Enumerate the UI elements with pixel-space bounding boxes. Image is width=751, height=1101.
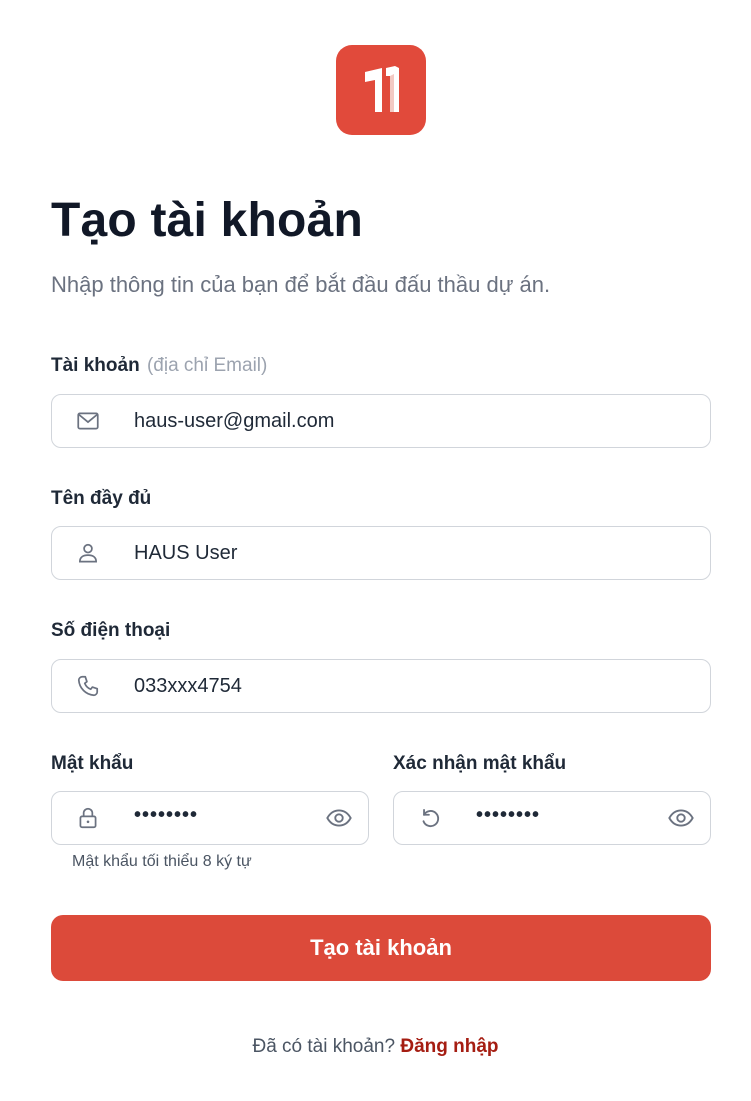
phone-field[interactable]: 033xxx4754	[51, 659, 711, 713]
mail-icon	[74, 407, 102, 435]
email-value[interactable]: haus-user@gmail.com	[134, 410, 334, 433]
email-field[interactable]: haus-user@gmail.com	[51, 394, 711, 448]
phone-label: Số điện thoại	[51, 620, 171, 641]
confirm-password-value[interactable]: ••••••••	[476, 804, 540, 827]
brand-logo-icon	[365, 66, 399, 112]
password-helper-text: Mật khẩu tối thiểu 8 ký tự	[72, 853, 252, 870]
password-field[interactable]: ••••••••	[51, 791, 369, 845]
page-title: Tạo tài khoản	[51, 194, 363, 247]
user-icon	[74, 539, 102, 567]
phone-value[interactable]: 033xxx4754	[134, 675, 242, 698]
lock-icon	[74, 804, 102, 832]
phone-icon	[74, 672, 102, 700]
create-account-button[interactable]: Tạo tài khoản	[51, 915, 711, 981]
page-subtitle: Nhập thông tin của bạn để bắt đầu đấu th…	[51, 272, 551, 297]
eye-icon[interactable]	[324, 803, 354, 833]
login-prompt: Đã có tài khoản? Đăng nhập	[0, 1036, 751, 1058]
full-name-value[interactable]: HAUS User	[134, 542, 237, 565]
confirm-password-field[interactable]: ••••••••	[393, 791, 711, 845]
login-prompt-text: Đã có tài khoản?	[252, 1036, 396, 1057]
full-name-label: Tên đầy đủ	[51, 488, 152, 509]
password-label: Mật khẩu	[51, 753, 134, 774]
confirm-password-label: Xác nhận mật khẩu	[393, 753, 567, 774]
login-link[interactable]: Đăng nhập	[400, 1036, 498, 1057]
refresh-icon	[416, 804, 444, 832]
email-label: Tài khoản (địa chỉ Email)	[51, 355, 267, 377]
email-label-hint: (địa chỉ Email)	[146, 355, 268, 376]
brand-logo	[336, 45, 426, 135]
email-label-text: Tài khoản	[51, 355, 140, 376]
password-value[interactable]: ••••••••	[134, 804, 198, 827]
full-name-field[interactable]: HAUS User	[51, 526, 711, 580]
eye-icon[interactable]	[666, 803, 696, 833]
